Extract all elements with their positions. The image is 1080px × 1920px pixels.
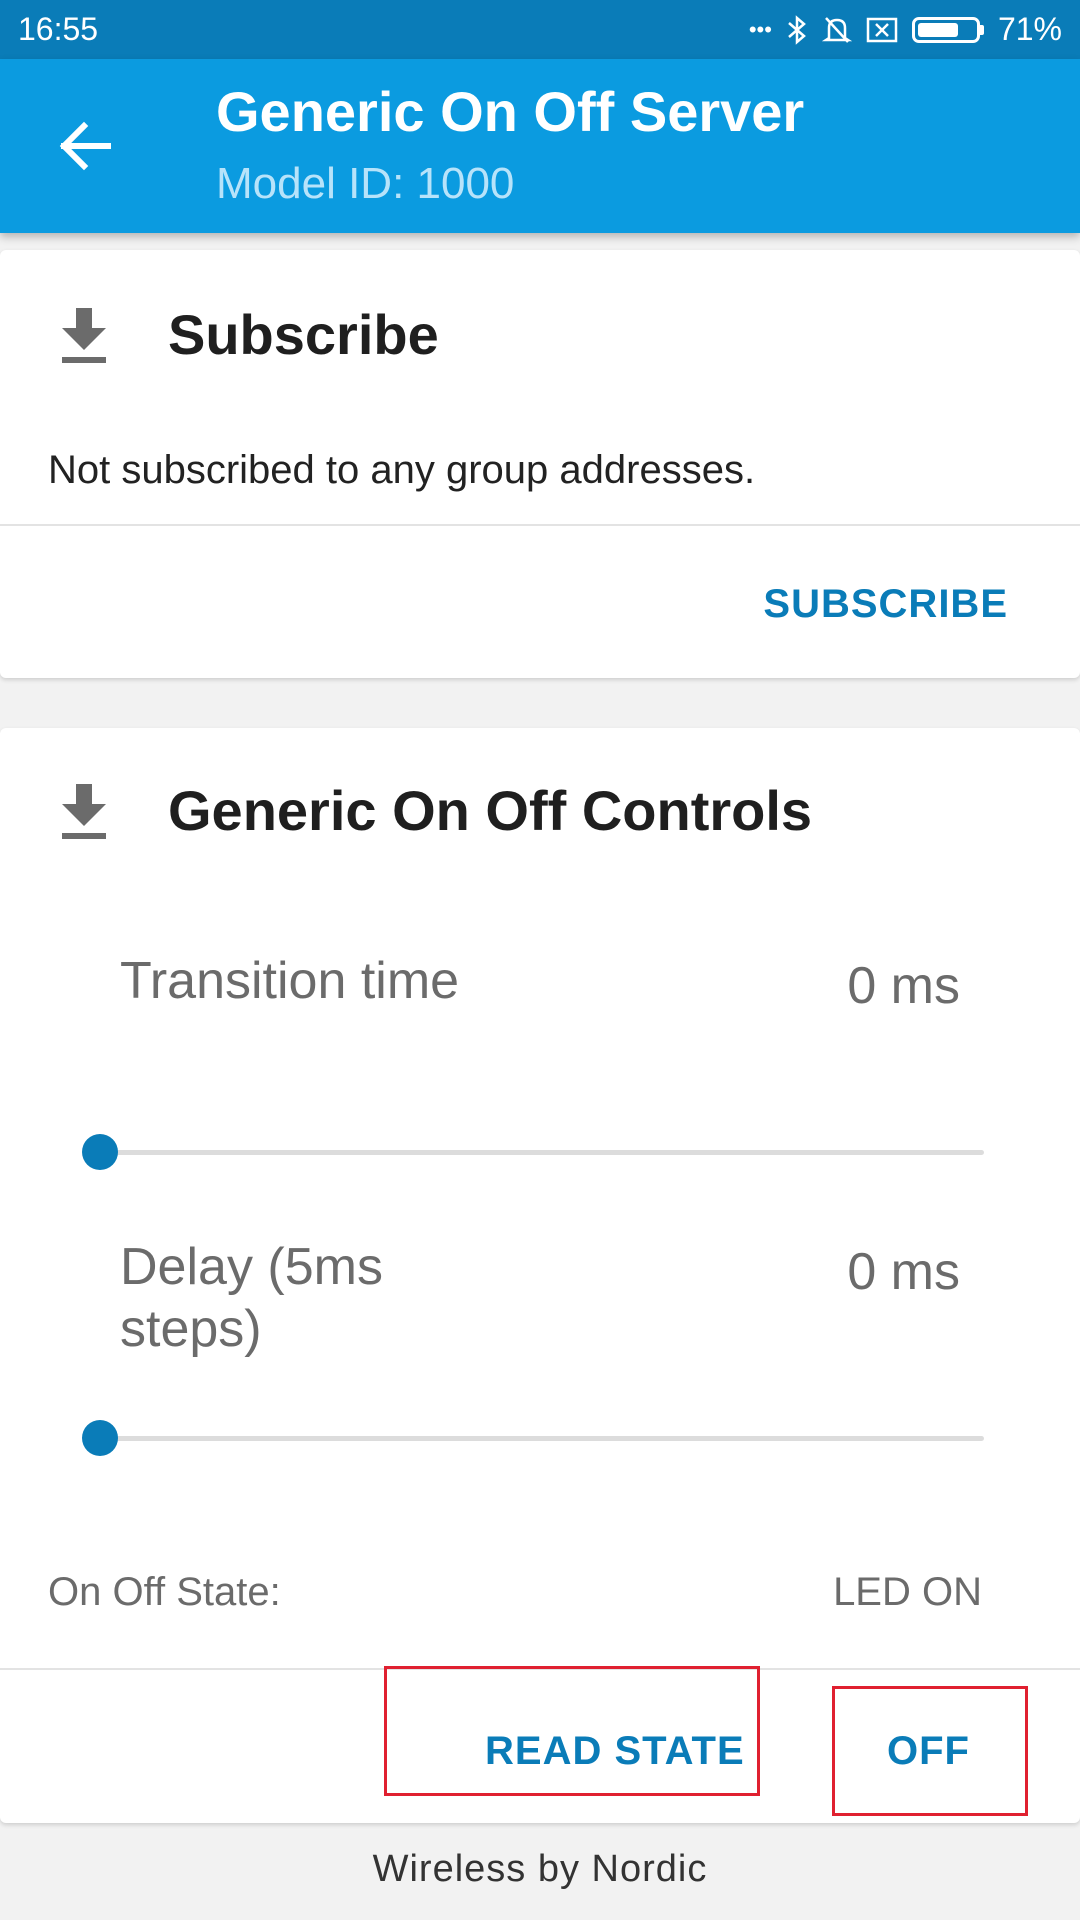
notifications-off-icon — [821, 14, 852, 46]
more-notifications-icon: ••• — [748, 16, 772, 42]
subscribe-button[interactable]: SUBSCRIBE — [763, 582, 1008, 627]
subscribe-title: Subscribe — [168, 303, 439, 366]
bluetooth-icon — [786, 14, 808, 46]
download-icon — [62, 784, 106, 839]
delay-slider-thumb[interactable] — [82, 1420, 118, 1456]
arrow-back-icon — [59, 121, 111, 171]
back-button[interactable] — [40, 101, 130, 191]
battery-icon — [911, 16, 984, 43]
off-button[interactable]: OFF — [832, 1686, 1028, 1816]
transition-time-value: 0 ms — [847, 957, 960, 1015]
subscription-status-text: Not subscribed to any group addresses. — [48, 448, 756, 492]
delay-value: 0 ms — [847, 1243, 960, 1301]
sim-off-icon — [866, 16, 898, 44]
page-title: Generic On Off Server — [216, 80, 805, 143]
download-icon — [62, 308, 106, 363]
delay-label: Delay (5ms steps) — [120, 1238, 383, 1358]
delay-slider[interactable] — [82, 1420, 984, 1456]
status-time: 16:55 — [18, 11, 99, 47]
on-off-state-value: LED ON — [833, 1570, 982, 1614]
controls-title: Generic On Off Controls — [168, 779, 813, 842]
page-subtitle: Model ID: 1000 — [216, 159, 515, 208]
status-icons: ••• 71% — [749, 11, 1062, 48]
app-bar: Generic On Off Server Model ID: 1000 — [0, 59, 1080, 233]
transition-time-slider-thumb[interactable] — [82, 1134, 118, 1170]
battery-percent: 71% — [997, 11, 1062, 47]
off-label: OFF — [887, 1729, 970, 1773]
transition-time-slider[interactable] — [82, 1134, 984, 1170]
transition-time-label: Transition time — [120, 952, 460, 1010]
status-bar: 16:55 ••• 71% — [0, 0, 1080, 59]
read-state-button[interactable]: READ STATE — [384, 1666, 760, 1796]
battery-level — [917, 22, 958, 37]
read-state-label: READ STATE — [485, 1729, 745, 1773]
divider — [0, 524, 1080, 526]
on-off-state-label: On Off State: — [48, 1570, 281, 1614]
footer-text: Wireless by Nordic — [372, 1848, 708, 1890]
